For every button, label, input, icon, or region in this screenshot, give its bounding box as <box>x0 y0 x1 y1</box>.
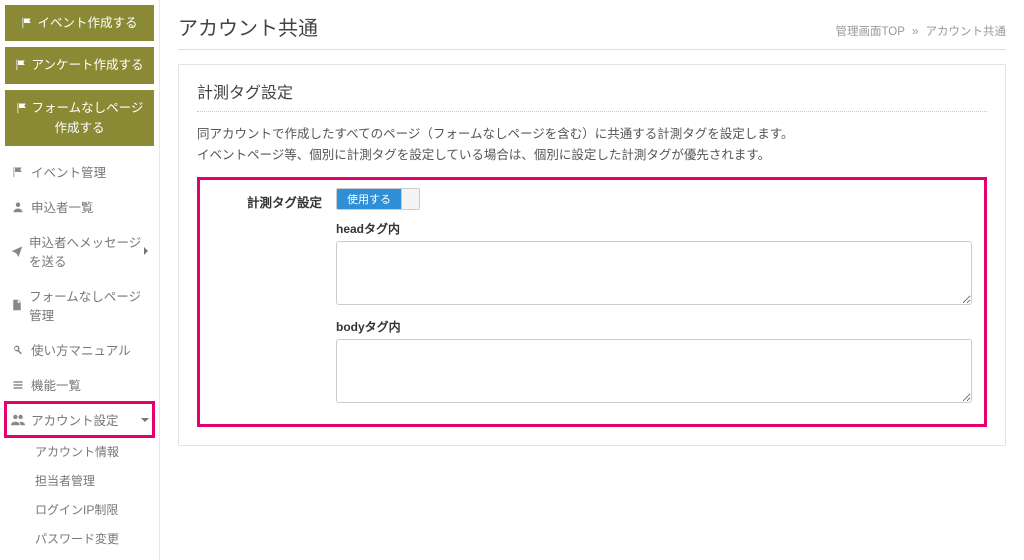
users-icon <box>11 413 25 427</box>
flag-icon <box>21 17 33 29</box>
nav-applicants[interactable]: 申込者一覧 <box>5 189 154 224</box>
create-event-button[interactable]: イベント作成する <box>5 5 154 41</box>
toggle-handle <box>401 189 419 209</box>
head-tag-label: headタグ内 <box>336 220 972 237</box>
nav-event-mgmt[interactable]: イベント管理 <box>5 154 154 189</box>
chevron-down-icon <box>140 416 150 424</box>
head-tag-textarea[interactable] <box>336 241 972 305</box>
user-icon <box>11 200 25 214</box>
nav-formless-mgmt[interactable]: フォームなしページ管理 <box>5 278 154 332</box>
send-icon <box>11 244 23 258</box>
flag-icon <box>15 59 27 71</box>
form-area-highlighted: 計測タグ設定 使用する headタグ内 bodyタグ内 <box>197 177 987 427</box>
breadcrumb-top[interactable]: 管理画面TOP <box>835 26 904 38</box>
create-formless-button[interactable]: フォームなしページ 作成する <box>5 90 154 147</box>
nav-ip-limit[interactable]: ログインIP制限 <box>25 495 154 524</box>
body-tag-label: bodyタグ内 <box>336 318 972 335</box>
toggle-tracking-enabled[interactable]: 使用する <box>336 188 420 210</box>
breadcrumb-current: アカウント共通 <box>926 26 1007 38</box>
nav-pw-change[interactable]: パスワード変更 <box>25 524 154 553</box>
main-content: アカウント共通 管理画面TOP » アカウント共通 計測タグ設定 同アカウントで… <box>160 0 1024 560</box>
page-title: アカウント共通 <box>178 12 318 41</box>
flag-icon <box>11 165 25 179</box>
subnav-account: アカウント情報 担当者管理 ログインIP制限 パスワード変更 2段階認証 アカウ… <box>5 437 154 560</box>
form-label-tracking: 計測タグ設定 <box>212 188 322 406</box>
section-title: 計測タグ設定 <box>197 79 987 112</box>
nav-manual[interactable]: 使い方マニュアル <box>5 332 154 367</box>
search-icon <box>11 343 25 357</box>
flag-icon <box>16 102 28 114</box>
body-tag-textarea[interactable] <box>336 339 972 403</box>
section-tracking: 計測タグ設定 同アカウントで作成したすべてのページ（フォームなしページを含む）に… <box>178 64 1006 446</box>
nav-features[interactable]: 機能一覧 <box>5 367 154 402</box>
nav-account-settings[interactable]: アカウント設定 <box>5 402 154 437</box>
breadcrumb: 管理画面TOP » アカウント共通 <box>835 23 1006 39</box>
chevron-right-icon <box>142 246 150 256</box>
file-icon <box>11 298 23 312</box>
sidebar: イベント作成する アンケート作成する フォームなしページ 作成する イベント管理… <box>0 0 160 560</box>
nav-staff[interactable]: 担当者管理 <box>25 466 154 495</box>
nav-msg-applicants[interactable]: 申込者へメッセージを送る <box>5 224 154 278</box>
section-desc: 同アカウントで作成したすべてのページ（フォームなしページを含む）に共通する計測タ… <box>197 124 987 167</box>
create-survey-button[interactable]: アンケート作成する <box>5 47 154 83</box>
nav-account-info[interactable]: アカウント情報 <box>25 437 154 466</box>
nav-list: イベント管理 申込者一覧 申込者へメッセージを送る フォームなしページ管理 使い… <box>5 154 154 437</box>
nav-two-factor[interactable]: 2段階認証 <box>25 553 154 560</box>
list-icon <box>11 378 25 392</box>
toggle-on-label: 使用する <box>337 188 401 210</box>
